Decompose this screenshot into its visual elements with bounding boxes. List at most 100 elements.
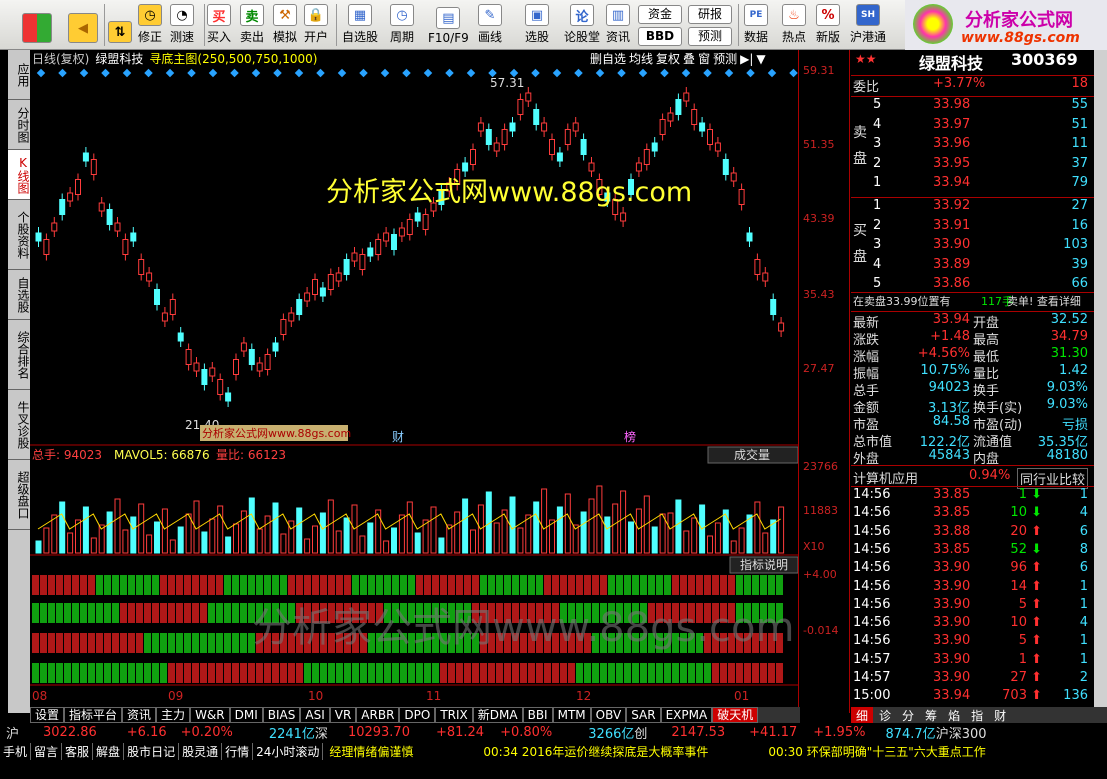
sell-row[interactable]: 3 33.96 11 [851,136,1094,155]
sidebar-item-profile[interactable]: 个股资料 [8,200,30,270]
hk-connect-button[interactable]: SH 沪港通 [850,2,886,48]
menu-window[interactable]: 窗 [698,50,710,67]
fund-button[interactable]: 资金 [638,5,682,24]
sell-row[interactable]: 5 33.98 55 [851,97,1094,116]
indicator-tab[interactable]: EXPMA [660,707,713,723]
indicator-tab[interactable]: 资讯 [122,707,157,723]
buy-row[interactable]: 3 33.90 103 [851,237,1094,256]
data-button[interactable]: PE 数据 [744,2,768,48]
formula-name[interactable]: 寻底主图(250,500,750,1000) [149,50,317,67]
draw-line-button[interactable]: ✎ 画线 [478,2,502,48]
indicator-tab[interactable]: SAR [626,707,661,723]
sidebar-item-watchlist[interactable]: 自选股 [8,270,30,320]
bbd-button[interactable]: BBD [638,27,682,46]
indicator-tab[interactable]: DPO [399,707,436,723]
forecast-button[interactable]: 预测 [688,27,732,46]
indicator-cell [48,663,55,683]
sell-button[interactable]: 卖卖出 [240,2,264,48]
grid-icon-button[interactable] [22,2,52,48]
menu-overlay[interactable]: 叠 [683,50,695,67]
indicator-cell [736,575,743,595]
stock-screen-button[interactable]: ▣ 选股 [525,2,549,48]
sell-row[interactable]: 4 33.97 51 [851,117,1094,136]
indicator-tab[interactable]: TRIX [435,707,473,723]
indicator-tab[interactable]: 主力 [156,707,191,723]
indicator-cell [40,603,47,623]
play-icon[interactable]: ▶| [740,52,753,66]
sidebar-item-timeshare[interactable]: 分时图 [8,100,30,150]
sidebar-item-kline[interactable]: K线图 [8,150,30,200]
status-item[interactable]: 客服 [62,743,94,760]
open-account-button[interactable]: 🔒 开户 [304,2,328,48]
period-button[interactable]: ◷ 周期 [390,2,414,48]
volume-bar [612,503,619,554]
dropdown-icon[interactable]: ▼ [756,52,765,66]
status-item[interactable]: 行情 [222,743,254,760]
tab-index[interactable]: 指 [966,707,988,723]
new-version-button[interactable]: % 新版 [816,2,840,48]
up-down-button[interactable]: ⇅ [108,2,132,48]
sell-row[interactable]: 2 33.95 37 [851,156,1094,175]
indicator-tab[interactable]: ARBR [356,707,400,723]
sidebar-item-superpan[interactable]: 超级盘口 [8,460,30,530]
buy-row[interactable]: 1 33.92 27 [851,198,1094,217]
indicator-tab[interactable]: 破天机 [712,707,759,723]
indicator-tab[interactable]: VR [329,707,357,723]
sidebar-item-diagnose[interactable]: 牛叉诊股 [8,390,30,460]
tab-share[interactable]: 分 [897,707,919,723]
indicator-cell [64,575,71,595]
indicator-tab[interactable]: BIAS [262,707,301,723]
candle-body [730,172,737,182]
status-item[interactable]: 留言 [31,743,63,760]
kline-chart[interactable]: 57.31 21.40 分析家公式网www.88gs.com 财 榜 分析家公式… [30,67,798,707]
tick-list[interactable]: 14:56 33.85 1 ⬇ 1 14:56 33.85 10 ⬇ 4 14:56 33.88 2… [851,487,1094,707]
back-button[interactable]: ◀ [68,2,98,48]
speed-button[interactable]: ◔ 测速 [170,2,194,48]
buy-row[interactable]: 4 33.89 39 [851,257,1094,276]
menu-forecast[interactable]: 预测 [713,50,737,67]
indicator-tab[interactable]: 新DMA [472,707,523,723]
status-item[interactable]: 股市日记 [124,743,180,760]
indicator-tab[interactable]: DMI [229,707,263,723]
status-item[interactable]: 手机 [0,743,32,760]
indicator-tab[interactable]: BBI [522,707,553,723]
report-button[interactable]: 研报 [688,5,732,24]
tab-chip[interactable]: 筹 [920,707,942,723]
hot-button[interactable]: ♨ 热点 [782,2,806,48]
forum-button[interactable]: 论论股堂 [564,2,600,48]
sell-row[interactable]: 1 33.94 79 [851,175,1094,194]
indicator-tab[interactable]: ASI [300,707,330,723]
order-notice[interactable]: 在卖盘33.99位置有 117手 卖单! 查看详细 [851,293,1094,312]
indicator-tab[interactable]: W&R [190,707,230,723]
menu-remove-watch[interactable]: 删自选 [590,50,626,67]
candle-body [549,139,555,155]
right-scrollbar[interactable] [1094,50,1107,713]
indicator-cell [592,663,599,683]
indicator-tab[interactable]: 指标平台 [64,707,123,723]
fix-button[interactable]: ◷ 修正 [138,2,162,48]
status-item[interactable]: 24小时滚动 [253,743,324,760]
sidebar-item-app[interactable]: 应用 [8,50,30,100]
candle-body [233,359,239,375]
buy-row[interactable]: 2 33.91 16 [851,218,1094,237]
sidebar-item-ranking[interactable]: 综合排名 [8,320,30,390]
status-item[interactable]: 股灵通 [179,743,223,760]
watchlist-button[interactable]: ▦ 自选股 [342,2,378,48]
indicator-cell [648,663,655,683]
tab-detail[interactable]: 细 [851,707,874,723]
period-label[interactable]: 日线(复权) [32,50,89,67]
tab-diagnose[interactable]: 诊 [874,707,896,723]
f10-button[interactable]: ▤ F10/F9 [428,2,469,48]
news-button[interactable]: ▥ 资讯 [606,2,630,48]
menu-restore[interactable]: 复权 [656,50,680,67]
tab-flame[interactable]: 焰 [943,707,965,723]
indicator-tab[interactable]: MTM [552,707,591,723]
menu-ma[interactable]: 均线 [629,50,653,67]
volume-bar [296,507,303,554]
tab-finance[interactable]: 财 [989,707,1011,723]
simulate-button[interactable]: ⚒ 模拟 [273,2,297,48]
indicator-tab[interactable]: 设置 [30,707,65,723]
status-item[interactable]: 解盘 [93,743,125,760]
indicator-tab[interactable]: OBV [590,707,627,723]
buy-button[interactable]: 买买入 [207,2,231,48]
